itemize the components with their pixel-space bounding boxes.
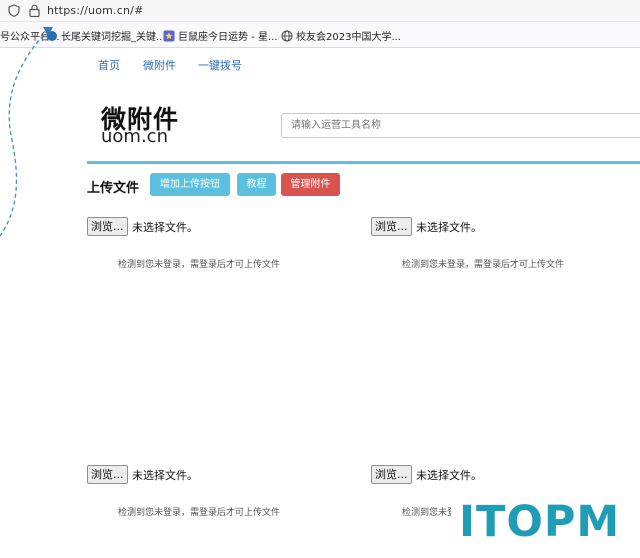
star-favicon-icon <box>163 30 175 42</box>
bookmark-label: 校友会2023中国大学... <box>296 32 401 43</box>
add-upload-button[interactable]: 增加上传按钮 <box>150 173 230 196</box>
nav-attachments-link[interactable]: 微附件 <box>143 57 176 73</box>
manage-attachments-button[interactable]: 管理附件 <box>281 173 340 196</box>
page: { "browser": { "url": "https://uom.cn/#"… <box>0 0 640 558</box>
site-nav: 首页 微附件 一键拨号 <box>0 48 640 78</box>
decorative-dashed-arc <box>0 27 53 237</box>
login-hint: 检测到您未登录，需登录后才可上传文件 <box>118 508 281 518</box>
browse-button[interactable]: 浏览... <box>87 217 128 236</box>
browse-button[interactable]: 浏览... <box>371 217 412 236</box>
upload-section-title: 上传文件 <box>87 181 140 196</box>
login-hint: 检测到您未登录，需登录后才可上传文件 <box>402 260 565 270</box>
search-input[interactable] <box>281 113 640 138</box>
globe-icon <box>281 30 293 42</box>
nav-home-link[interactable]: 首页 <box>98 57 120 73</box>
header-divider <box>87 161 640 164</box>
login-hint: 检测到您未登录，需登录后才可上传文件 <box>118 260 281 270</box>
no-file-text: 未选择文件。 <box>132 221 198 234</box>
browse-button[interactable]: 浏览... <box>87 465 128 484</box>
bookmarks-bar: 号公众平台... 长尾关键词挖掘_关键... 巨鼠座今日运势 - 星... 校友… <box>0 22 640 48</box>
arrow-icon <box>43 27 53 36</box>
browser-address-bar: https://uom.cn/# <box>0 0 640 22</box>
bookmark-item[interactable]: 校友会2023中国大学... <box>281 28 401 43</box>
watermark-text: ITOPM <box>459 497 621 547</box>
site-logo-domain: uom.cn <box>101 126 168 147</box>
nav-dial-link[interactable]: 一键拨号 <box>198 57 242 73</box>
no-file-text: 未选择文件。 <box>132 469 198 482</box>
tutorial-button[interactable]: 教程 <box>237 173 276 196</box>
no-file-text: 未选择文件。 <box>416 221 482 234</box>
no-file-text: 未选择文件。 <box>416 469 482 482</box>
bookmark-item[interactable]: 巨鼠座今日运势 - 星... <box>163 28 278 43</box>
bookmark-label: 巨鼠座今日运势 - 星... <box>178 32 278 43</box>
itopm-watermark-logo: ITOPM <box>451 487 640 558</box>
browse-button[interactable]: 浏览... <box>371 465 412 484</box>
